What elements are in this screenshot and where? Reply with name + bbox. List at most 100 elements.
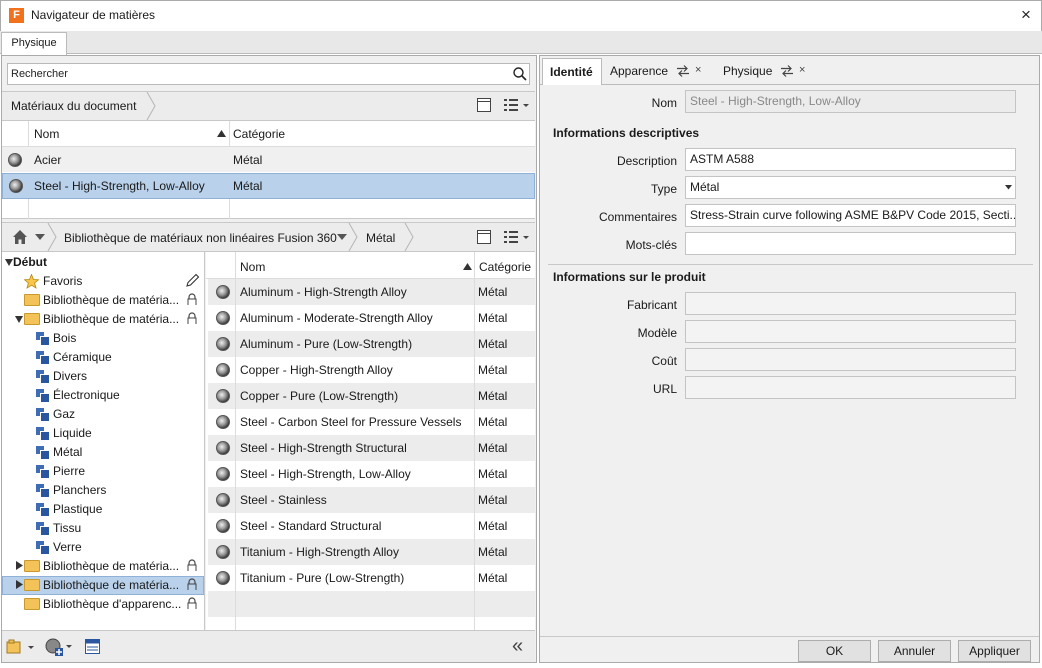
manufacturer-field[interactable]	[685, 292, 1016, 315]
collapse-panel-icon[interactable]: «	[512, 636, 523, 656]
type-select[interactable]: Métal	[685, 176, 1016, 199]
tab-physique[interactable]: Physique	[1, 32, 67, 55]
tree-item-category[interactable]: Gaz	[53, 405, 75, 424]
ok-button[interactable]: OK	[798, 640, 871, 662]
tree-item-category[interactable]: Céramique	[53, 348, 112, 367]
tree-item-category[interactable]: Divers	[53, 367, 87, 386]
comments-field[interactable]: Stress-Strain curve following ASME B&PV …	[685, 204, 1016, 227]
description-field[interactable]: ASTM A588	[685, 148, 1016, 171]
comments-label: Commentaires	[598, 210, 677, 224]
chevron-down-icon[interactable]	[35, 233, 45, 241]
folder-open-icon	[24, 313, 40, 325]
tree-item-category[interactable]: Tissu	[53, 519, 81, 538]
table-row-selected[interactable]: Steel - High-Strength, Low-Alloy Métal	[2, 173, 535, 199]
expand-arrow-icon[interactable]	[15, 316, 23, 323]
tab-appearance[interactable]: Apparence	[610, 59, 668, 83]
list-item[interactable]: Copper - High-Strength Alloy Métal	[208, 357, 535, 383]
material-swatch-icon	[8, 153, 22, 167]
column-header-category[interactable]: Catégorie	[233, 127, 286, 141]
material-name: Copper - High-Strength Alloy	[240, 363, 393, 377]
list-view-icon[interactable]	[503, 97, 531, 113]
tree-item-category[interactable]: Liquide	[53, 424, 92, 443]
tab-physical[interactable]: Physique	[723, 59, 772, 83]
list-item[interactable]: Steel - Carbon Steel for Pressure Vessel…	[208, 409, 535, 435]
list-item[interactable]: Aluminum - Moderate-Strength Alloy Métal	[208, 305, 535, 331]
chevron-down-icon[interactable]	[337, 233, 347, 241]
material-category: Métal	[478, 545, 508, 559]
close-icon[interactable]: ×	[1014, 4, 1038, 26]
url-field[interactable]	[685, 376, 1016, 399]
list-item[interactable]: Aluminum - Pure (Low-Strength) Métal	[208, 331, 535, 357]
column-header-category[interactable]: Catégorie	[479, 260, 531, 274]
folder-icon	[24, 579, 40, 591]
material-category: Métal	[478, 493, 508, 507]
collapse-arrow-icon[interactable]	[16, 580, 23, 589]
collapse-arrow-icon[interactable]	[16, 561, 23, 570]
pencil-icon[interactable]	[185, 273, 200, 288]
material-name: Steel - Stainless	[240, 493, 327, 507]
tree-root[interactable]: Début	[13, 253, 47, 272]
tree-item-library[interactable]: Bibliothèque de matéria...	[43, 291, 179, 310]
tree-item-category[interactable]: Électronique	[53, 386, 120, 405]
tree-item-library[interactable]: Bibliothèque de matéria...	[43, 310, 179, 329]
close-tab-icon[interactable]: ×	[695, 64, 701, 76]
column-header-name[interactable]: Nom	[240, 260, 265, 274]
tree-item-category[interactable]: Bois	[53, 329, 76, 348]
panel-toggle-icon[interactable]	[476, 229, 492, 245]
list-item[interactable]: Steel - High-Strength Structural Métal	[208, 435, 535, 461]
document-materials-table: Nom Catégorie Acier Métal Steel - High-S…	[2, 121, 535, 219]
section-divider	[548, 264, 1033, 265]
tab-identity[interactable]: Identité	[542, 58, 602, 85]
list-item[interactable]: Titanium - High-Strength Alloy Métal	[208, 539, 535, 565]
table-row[interactable]: Acier Métal	[2, 147, 535, 173]
tree-item-favorites[interactable]: Favoris	[43, 272, 82, 291]
cancel-button[interactable]: Annuler	[878, 640, 951, 662]
close-tab-icon[interactable]: ×	[799, 64, 805, 76]
tree-item-category[interactable]: Verre	[53, 538, 82, 557]
material-name: Steel - Standard Structural	[240, 519, 382, 533]
list-item[interactable]: Steel - Standard Structural Métal	[208, 513, 535, 539]
breadcrumb-chevron-icon	[47, 223, 57, 251]
cost-field[interactable]	[685, 348, 1016, 371]
model-field[interactable]	[685, 320, 1016, 343]
tree-item-category[interactable]: Métal	[53, 443, 82, 462]
folder-icon	[24, 560, 40, 572]
editor-toggle-icon[interactable]	[84, 638, 102, 656]
category-icon	[36, 503, 50, 517]
list-item[interactable]: Aluminum - High-Strength Alloy Métal	[208, 279, 535, 305]
breadcrumb-library[interactable]: Bibliothèque de matériaux non linéaires …	[64, 231, 337, 245]
column-header-name[interactable]: Nom	[34, 127, 60, 141]
tree-item-library[interactable]: Bibliothèque de matéria...	[43, 557, 179, 576]
search-input[interactable]	[7, 63, 530, 85]
list-item[interactable]: Titanium - Pure (Low-Strength) Métal	[208, 565, 535, 591]
folder-icon	[24, 598, 40, 610]
tree-item-library-selected[interactable]: Bibliothèque de matéria...	[43, 576, 179, 595]
apply-button[interactable]: Appliquer	[958, 640, 1031, 662]
breadcrumb-document-materials[interactable]: Matériaux du document	[11, 99, 136, 113]
chevron-down-icon[interactable]	[1005, 185, 1012, 190]
list-item[interactable]: Copper - Pure (Low-Strength) Métal	[208, 383, 535, 409]
tree-item-category[interactable]: Plastique	[53, 500, 102, 519]
create-material-icon[interactable]	[44, 637, 74, 657]
tree-item-category[interactable]: Pierre	[53, 462, 85, 481]
title-bar	[0, 0, 1042, 31]
library-tree: Début Favoris Bibliothèque de matéria...…	[2, 252, 205, 630]
list-item[interactable]: Steel - Stainless Métal	[208, 487, 535, 513]
home-icon[interactable]	[12, 229, 28, 245]
swap-icon[interactable]	[676, 65, 690, 77]
keywords-field[interactable]	[685, 232, 1016, 255]
material-category: Métal	[478, 363, 508, 377]
swap-icon[interactable]	[780, 65, 794, 77]
name-label: Nom	[651, 96, 677, 110]
breadcrumb-category[interactable]: Métal	[366, 231, 395, 245]
tree-item-appearance-library[interactable]: Bibliothèque d'apparenc...	[43, 595, 181, 614]
list-view-icon[interactable]	[503, 229, 531, 245]
tree-item-category[interactable]: Planchers	[53, 481, 106, 500]
search-icon[interactable]	[512, 66, 528, 82]
list-item[interactable]: Steel - High-Strength, Low-Alloy Métal	[208, 461, 535, 487]
expand-arrow-icon[interactable]	[5, 259, 13, 266]
library-manage-icon[interactable]	[6, 638, 36, 656]
material-category: Métal	[478, 415, 508, 429]
panel-toggle-icon[interactable]	[476, 97, 492, 113]
manufacturer-label: Fabricant	[626, 298, 677, 312]
